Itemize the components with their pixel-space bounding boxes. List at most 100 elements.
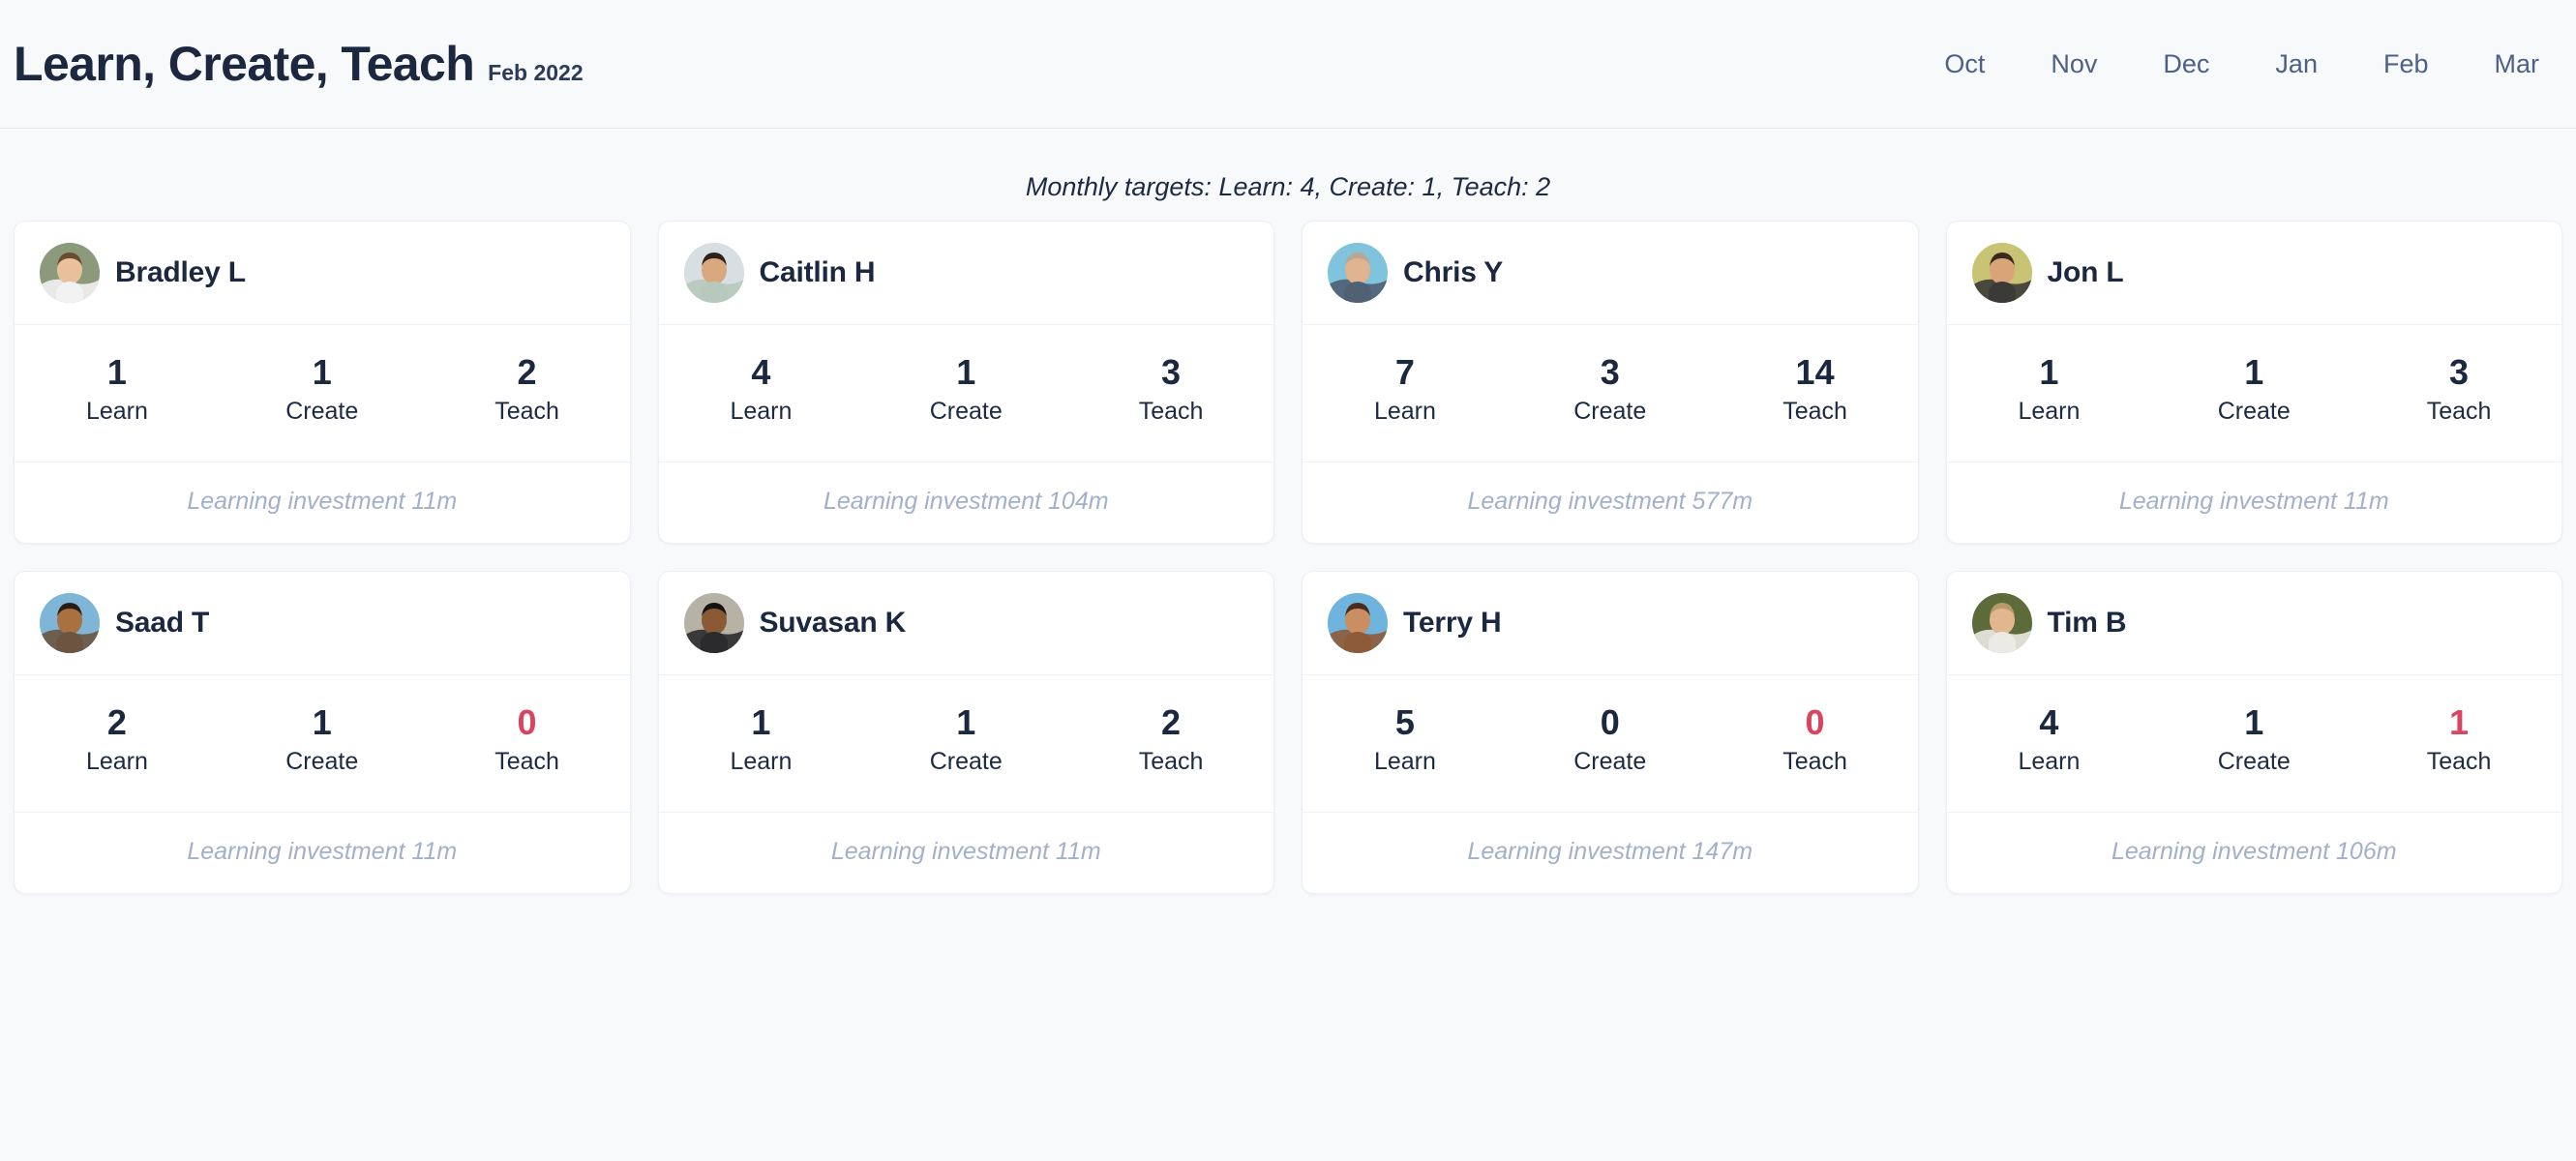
stat-learn: 1 Learn <box>659 700 864 779</box>
person-name: Bradley L <box>115 256 246 288</box>
stat-label-learn: Learn <box>85 747 148 775</box>
stat-value-teach: 14 <box>1795 352 1835 392</box>
stats-row: 1 Learn 1 Create 3 Teach <box>1946 325 2561 462</box>
page-subtitle-month: Feb 2022 <box>488 60 584 85</box>
stat-create: 0 Create <box>1508 700 1713 779</box>
stat-value-learn: 4 <box>2039 701 2059 742</box>
stat-teach: 14 Teach <box>1713 350 1918 429</box>
person-name: Chris Y <box>1403 256 1504 288</box>
stats-row: 7 Learn 3 Create 14 Teach <box>1303 325 1918 462</box>
person-card[interactable]: Bradley L 1 Learn 1 Create 2 Teach Learning inv… <box>14 221 631 544</box>
person-card[interactable]: Suvasan K 1 Learn 1 Create 2 Teach Learning inv… <box>657 570 1274 894</box>
stat-label-create: Create <box>1573 747 1647 775</box>
stats-row: 1 Learn 1 Create 2 Teach <box>658 675 1273 813</box>
stat-learn: 1 Learn <box>15 350 220 429</box>
stat-label-create: Create <box>2217 747 2291 775</box>
person-card[interactable]: Jon L 1 Learn 1 Create 3 Teach Learning investm… <box>1945 221 2562 544</box>
stat-label-create: Create <box>1573 398 1647 425</box>
month-tab-nov[interactable]: Nov <box>2018 42 2130 87</box>
stat-value-teach: 2 <box>1161 701 1182 742</box>
stat-value-create: 1 <box>956 352 976 392</box>
stats-row: 4 Learn 1 Create 3 Teach <box>658 325 1273 462</box>
avatar <box>683 243 744 303</box>
stat-label-learn: Learn <box>85 398 148 425</box>
month-nav: Oct Nov Dec Jan Feb Mar <box>1911 42 2539 87</box>
person-name: Saad T <box>115 606 210 639</box>
stat-value-learn: 4 <box>751 352 771 392</box>
stat-label-create: Create <box>929 747 1003 775</box>
stat-create: 1 Create <box>220 350 425 429</box>
stat-value-learn: 2 <box>106 701 127 742</box>
stat-value-learn: 5 <box>1394 701 1415 742</box>
stat-teach: 3 Teach <box>2356 350 2561 429</box>
person-card-header: Suvasan K <box>658 572 1273 675</box>
stat-label-create: Create <box>285 398 359 425</box>
stat-value-teach: 0 <box>1805 701 1825 742</box>
person-card-header: Tim B <box>1946 572 2561 675</box>
stat-value-learn: 7 <box>1394 352 1415 392</box>
month-tab-jan[interactable]: Jan <box>2242 42 2351 87</box>
person-name: Tim B <box>2047 606 2127 639</box>
stat-value-teach: 0 <box>517 701 537 742</box>
person-card[interactable]: Chris Y 7 Learn 3 Create 14 Teach Learning inve… <box>1302 221 1919 544</box>
stat-label-create: Create <box>929 398 1003 425</box>
stat-value-teach: 1 <box>2449 701 2470 742</box>
person-card[interactable]: Tim B 4 Learn 1 Create 1 Teach Learning investm… <box>1945 570 2562 894</box>
app-header: Learn, Create, Teach Feb 2022 Oct Nov Dec J… <box>0 0 2576 129</box>
avatar <box>40 592 100 653</box>
stat-create: 1 Create <box>220 700 425 779</box>
stat-label-learn: Learn <box>730 747 793 775</box>
month-tab-feb[interactable]: Feb <box>2351 42 2462 87</box>
stat-create: 1 Create <box>863 700 1068 779</box>
person-card-header: Caitlin H <box>658 222 1273 325</box>
person-card-header: Bradley L <box>15 222 630 325</box>
month-tab-dec[interactable]: Dec <box>2130 42 2242 87</box>
person-name: Jon L <box>2047 256 2124 288</box>
monthly-targets-text: Monthly targets: Learn: 4, Create: 1, Te… <box>1025 172 1551 201</box>
stat-label-learn: Learn <box>1373 747 1436 775</box>
learning-investment: Learning investment 106m <box>2111 837 2397 865</box>
person-name: Terry H <box>1403 606 1502 639</box>
stat-label-learn: Learn <box>2018 398 2081 425</box>
stats-row: 5 Learn 0 Create 0 Teach <box>1303 675 1918 813</box>
learning-investment: Learning investment 11m <box>830 837 1101 865</box>
stat-value-create: 1 <box>956 701 976 742</box>
avatar <box>1328 592 1388 653</box>
stat-value-create: 1 <box>312 701 332 742</box>
learning-investment: Learning investment 104m <box>823 487 1109 515</box>
month-tab-mar[interactable]: Mar <box>2462 42 2540 87</box>
stat-learn: 7 Learn <box>1303 350 1508 429</box>
person-card[interactable]: Terry H 5 Learn 0 Create 0 Teach Learning inves… <box>1302 570 1919 894</box>
stat-teach: 2 Teach <box>425 350 630 429</box>
stat-teach: 0 Teach <box>1713 700 1918 779</box>
stat-label-learn: Learn <box>1373 398 1436 425</box>
stats-row: 2 Learn 1 Create 0 Teach <box>15 675 630 813</box>
stat-label-teach: Teach <box>2426 398 2492 425</box>
stat-label-teach: Teach <box>494 398 559 425</box>
stat-label-teach: Teach <box>1782 398 1847 425</box>
stat-label-create: Create <box>285 747 359 775</box>
avatar <box>1971 243 2032 303</box>
person-card[interactable]: Caitlin H 4 Learn 1 Create 3 Teach Learning inv… <box>657 221 1274 544</box>
stat-teach: 3 Teach <box>1068 350 1273 429</box>
stat-create: 1 Create <box>863 350 1068 429</box>
stat-label-teach: Teach <box>494 747 559 775</box>
learning-investment: Learning investment 11m <box>187 487 458 515</box>
person-card-header: Chris Y <box>1303 222 1918 325</box>
stat-value-create: 3 <box>1600 352 1620 392</box>
stat-learn: 5 Learn <box>1303 700 1508 779</box>
avatar <box>1971 592 2032 653</box>
stat-teach: 0 Teach <box>425 700 630 779</box>
avatar <box>1328 243 1388 303</box>
stat-teach: 1 Teach <box>2356 700 2561 779</box>
person-card[interactable]: Saad T 2 Learn 1 Create 0 Teach Learning invest… <box>14 570 631 894</box>
stat-label-learn: Learn <box>2018 747 2081 775</box>
stat-learn: 4 Learn <box>659 350 864 429</box>
learning-investment: Learning investment 577m <box>1467 487 1753 515</box>
stat-label-learn: Learn <box>730 398 793 425</box>
month-tab-oct[interactable]: Oct <box>1911 42 2018 87</box>
stat-teach: 2 Teach <box>1068 700 1273 779</box>
person-card-header: Terry H <box>1303 572 1918 675</box>
person-name: Caitlin H <box>759 256 876 288</box>
stat-label-teach: Teach <box>1138 398 1204 425</box>
